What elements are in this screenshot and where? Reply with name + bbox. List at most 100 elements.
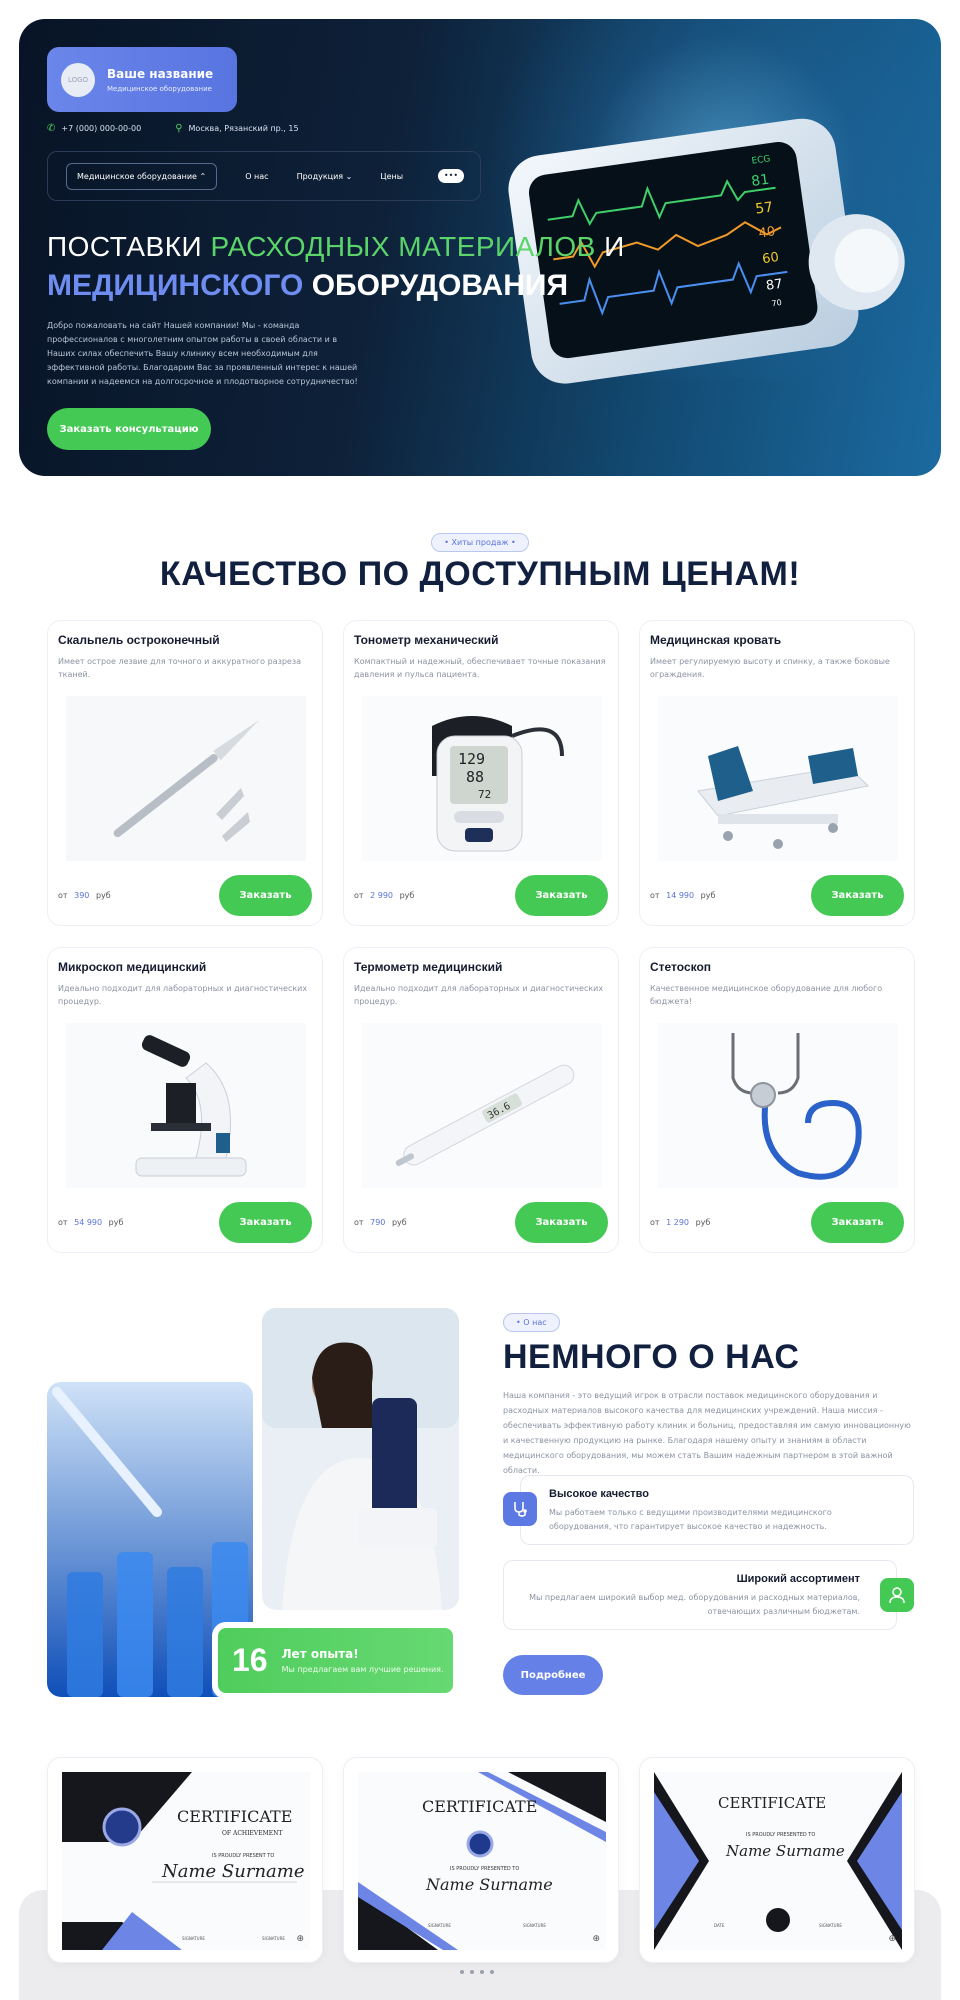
svg-text:72: 72 [478,788,491,801]
stethoscope-image [658,1023,898,1188]
product-title: Скальпель остроконечный [58,633,220,647]
nav-prices[interactable]: Цены [380,172,403,181]
chevron-down-icon: ⌄ [345,171,353,181]
certificate-card[interactable]: CERTIFICATE OF ACHIEVEMENT IS PROUDLY PR… [47,1757,323,1963]
svg-text:129: 129 [458,750,485,768]
hero-banner: ECG 81 57 40 60 87 70 LOGO Ваше название… [19,19,941,476]
hero-description: Добро пожаловать на сайт Нашей компании!… [47,321,358,386]
svg-text:OF ACHIEVEMENT: OF ACHIEVEMENT [222,1830,282,1837]
order-button[interactable]: Заказать [219,875,312,916]
product-description: Имеет острое лезвие для точного и аккура… [58,657,302,679]
feature-quality-desc: Мы работаем только с ведущими производит… [549,1508,832,1531]
product-description: Компактный и надежный, обеспечивает точн… [354,657,606,679]
svg-text:IS PROUDLY PRESENT TO: IS PROUDLY PRESENT TO [212,1853,274,1859]
more-button[interactable]: Подробнее [503,1655,603,1695]
order-button[interactable]: Заказать [515,1202,608,1243]
svg-text:Name Surname: Name Surname [161,1861,305,1882]
svg-text:88: 88 [466,768,484,786]
main-nav: Медицинское оборудование ⌃ О нас Продукц… [47,151,481,201]
phone-icon: ✆ [47,123,56,134]
microscope-image [66,1023,306,1188]
product-price: от 390 руб [58,891,111,900]
doctor-icon [880,1578,914,1612]
experience-label: Лет опыта! [281,1647,359,1661]
product-description: Идеально подходит для лабораторных и диа… [354,984,604,1006]
product-price: от 54 990 руб [58,1218,124,1227]
zoom-icon[interactable]: ⊕ [888,1934,896,1944]
product-card: Скальпель остроконечный Имеет острое лез… [47,620,323,926]
more-menu-button[interactable]: ••• [438,169,464,183]
product-card: Тонометр механический Компактный и надеж… [343,620,619,926]
hero-title-line2: МЕДИЦИНСКОГО ОБОРУДОВАНИЯ [47,269,569,302]
product-card: Термометр медицинский Идеально подходит … [343,947,619,1253]
product-title: Стетоскоп [650,960,712,974]
svg-text:CERTIFICATE: CERTIFICATE [422,1797,537,1816]
address: Москва, Рязанский пр., 15 [188,124,299,133]
experience-badge: 16 Лет опыта! Мы предлагаем вам лучшие р… [212,1622,459,1699]
product-price: от 790 руб [354,1218,407,1227]
zoom-icon[interactable]: ⊕ [592,1934,600,1944]
carousel-dot[interactable] [470,1970,474,1974]
svg-text:81: 81 [750,172,770,190]
phone-number[interactable]: +7 (000) 000-00-00 [61,124,141,133]
thermometer-image: 36.6 [362,1023,602,1188]
svg-text:CERTIFICATE: CERTIFICATE [718,1794,826,1812]
lab-scientist-image [262,1308,459,1610]
product-title: Тонометр механический [354,633,499,647]
product-description: Качественное медицинское оборудование дл… [650,984,883,1006]
carousel-dot[interactable] [460,1970,464,1974]
certificate-image: CERTIFICATE OF ACHIEVEMENT IS PROUDLY PR… [62,1772,310,1950]
order-button[interactable]: Заказать [811,875,904,916]
svg-text:40: 40 [758,224,776,241]
order-button[interactable]: Заказать [219,1202,312,1243]
order-button[interactable]: Заказать [515,875,608,916]
order-button[interactable]: Заказать [811,1202,904,1243]
carousel-dot[interactable] [490,1970,494,1974]
about-title: НЕМНОГО О НАС [503,1338,800,1376]
nav-products[interactable]: Продукция ⌄ [297,172,353,181]
scalpel-image [66,696,306,861]
svg-text:60: 60 [761,250,779,267]
order-consultation-button[interactable]: Заказать консультацию [47,408,211,450]
feature-assortment: Широкий ассортимент Мы предлагаем широки… [503,1560,897,1630]
nav-about[interactable]: О нас [245,172,268,181]
carousel-dot[interactable] [480,1970,484,1974]
stethoscope-icon [503,1492,537,1526]
about-pill: • О нас [503,1313,560,1332]
feature-assortment-desc: Мы предлагаем широкий выбор мед. оборудо… [529,1593,860,1616]
nav-equipment-dropdown[interactable]: Медицинское оборудование ⌃ [66,162,218,190]
svg-text:SIGNATURE: SIGNATURE [262,1936,285,1941]
product-description: Идеально подходит для лабораторных и диа… [58,984,308,1006]
svg-text:SIGNATURE: SIGNATURE [819,1923,842,1928]
products-title: КАЧЕСТВО ПО ДОСТУПНЫМ ЦЕНАМ! [159,555,801,593]
medical-bed-image [658,696,898,861]
product-price: от 14 990 руб [650,891,716,900]
carousel-dots [460,1970,494,1974]
product-card: Микроскоп медицинский Идеально подходит … [47,947,323,1253]
product-title: Термометр медицинский [354,960,503,974]
certificate-card[interactable]: CERTIFICATE IS PROUDLY PRESENTED TO Name… [639,1757,915,1963]
svg-text:DATE: DATE [714,1923,725,1928]
product-title: Медицинская кровать [650,633,782,647]
svg-text:SIGNATURE: SIGNATURE [182,1936,205,1941]
svg-text:87: 87 [765,277,783,294]
certificate-card[interactable]: CERTIFICATE IS PROUDLY PRESENTED TO Name… [343,1757,619,1963]
product-card: Медицинская кровать Имеет регулируемую в… [639,620,915,926]
logo-block[interactable]: LOGO Ваше название Медицинское оборудова… [47,47,237,112]
svg-text:SIGNATURE: SIGNATURE [428,1923,451,1928]
svg-text:SIGNATURE: SIGNATURE [523,1923,546,1928]
svg-text:70: 70 [771,298,782,308]
products-pill: • Хиты продаж • [431,533,529,552]
contacts-bar: ✆ +7 (000) 000-00-00 ⚲ Москва, Рязанский п… [47,123,299,134]
product-card: Стетоскоп Качественное медицинское обору… [639,947,915,1253]
feature-quality-title: Высокое качество [549,1488,649,1500]
product-title: Микроскоп медицинский [58,960,207,974]
feature-assortment-title: Широкий ассортимент [736,1573,860,1585]
location-icon: ⚲ [175,123,183,134]
tonometer-image: 129 88 72 [362,696,602,861]
logo-placeholder: LOGO [61,62,95,97]
about-pill-wrap: • О нас [503,1310,560,1332]
certificate-image: CERTIFICATE IS PROUDLY PRESENTED TO Name… [654,1772,902,1950]
product-price: от 2 990 руб [354,891,415,900]
zoom-icon[interactable]: ⊕ [296,1934,304,1944]
